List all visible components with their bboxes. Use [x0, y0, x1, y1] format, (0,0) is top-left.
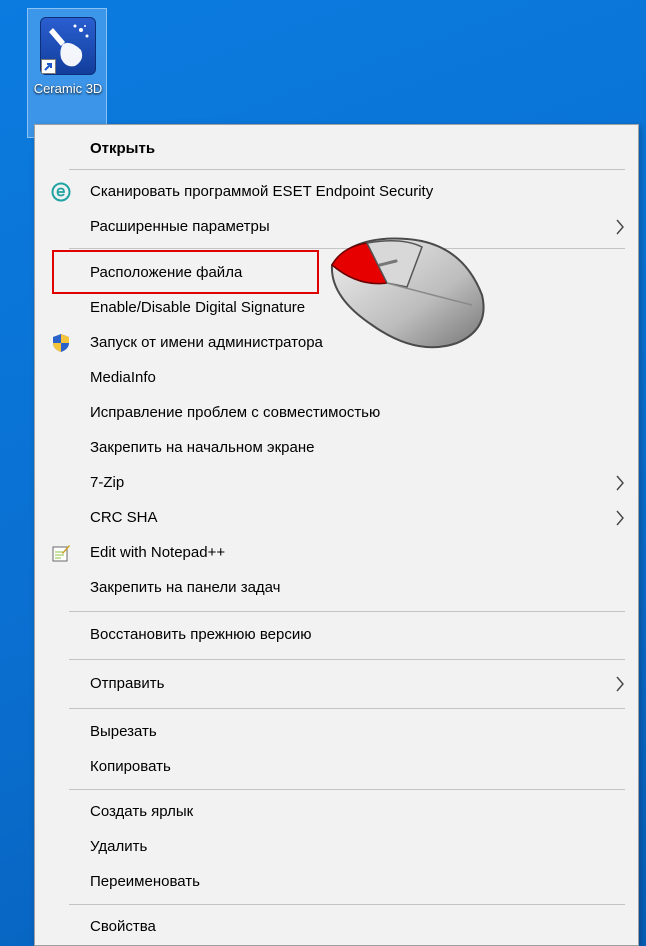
desktop-icon-ceramic-3d[interactable]: Ceramic 3D — [27, 8, 107, 138]
menu-item-label: Закрепить на панели задач — [90, 579, 281, 596]
menu-item-cut[interactable]: Вырезать — [35, 716, 638, 748]
menu-item-label: Создать ярлык — [90, 803, 194, 820]
menu-item-copy[interactable]: Копировать — [35, 751, 638, 783]
chevron-right-icon — [615, 217, 625, 237]
mouse-cursor-icon — [312, 225, 492, 355]
menu-item-properties[interactable]: Свойства — [35, 911, 638, 943]
menu-item-label: Enable/Disable Digital Signature — [90, 299, 306, 316]
menu-item-label: Свойства — [90, 918, 156, 935]
menu-item-label: Восстановить прежнюю версию — [90, 626, 312, 643]
menu-item-label: Удалить — [90, 838, 148, 855]
menu-separator — [69, 904, 625, 905]
menu-item-label: Открыть — [90, 140, 156, 157]
menu-item-label: Edit with Notepad++ — [90, 544, 226, 561]
menu-item-label: Запуск от имени администратора — [90, 334, 323, 351]
notepadpp-icon — [51, 543, 71, 563]
uac-shield-icon — [51, 333, 71, 353]
menu-item-label: Исправление проблем с совместимостью — [90, 404, 381, 421]
menu-item-compat[interactable]: Исправление проблем с совместимостью — [35, 397, 638, 429]
shortcut-arrow-icon — [41, 59, 56, 74]
menu-item-restore[interactable]: Восстановить прежнюю версию — [35, 619, 638, 651]
menu-item-label: MediaInfo — [90, 369, 156, 386]
menu-item-label: Копировать — [90, 758, 171, 775]
menu-item-pin-start[interactable]: Закрепить на начальном экране — [35, 432, 638, 464]
highlight-box — [52, 250, 319, 294]
chevron-right-icon — [615, 508, 625, 528]
menu-item-label: Отправить — [90, 675, 165, 692]
menu-separator — [69, 708, 625, 709]
menu-item-7zip[interactable]: 7-Zip — [35, 467, 638, 499]
menu-item-open[interactable]: Открыть — [35, 133, 638, 165]
menu-item-delete[interactable]: Удалить — [35, 831, 638, 863]
menu-item-mediainfo[interactable]: MediaInfo — [35, 362, 638, 394]
menu-item-label: Вырезать — [90, 723, 157, 740]
menu-item-create-shortcut[interactable]: Создать ярлык — [35, 796, 638, 828]
ceramic-3d-icon — [40, 17, 96, 75]
menu-item-eset-scan[interactable]: Сканировать программой ESET Endpoint Sec… — [35, 176, 638, 208]
menu-item-label: Переименовать — [90, 873, 200, 890]
menu-item-notepadpp[interactable]: Edit with Notepad++ — [35, 537, 638, 569]
menu-item-label: Расширенные параметры — [90, 218, 270, 235]
menu-item-rename[interactable]: Переименовать — [35, 866, 638, 898]
menu-separator — [69, 789, 625, 790]
menu-item-pin-taskbar[interactable]: Закрепить на панели задач — [35, 572, 638, 604]
menu-item-label: CRC SHA — [90, 509, 158, 526]
menu-item-send-to[interactable]: Отправить — [35, 668, 638, 700]
menu-item-label: 7-Zip — [90, 474, 125, 491]
chevron-right-icon — [615, 674, 625, 694]
desktop-icon-label: Ceramic 3D — [33, 81, 103, 96]
eset-icon — [51, 182, 71, 202]
menu-separator — [69, 611, 625, 612]
chevron-right-icon — [615, 473, 625, 493]
menu-item-crc-sha[interactable]: CRC SHA — [35, 502, 638, 534]
menu-separator — [69, 169, 625, 170]
menu-item-label: Закрепить на начальном экране — [90, 439, 315, 456]
menu-item-label: Сканировать программой ESET Endpoint Sec… — [90, 183, 434, 200]
menu-separator — [69, 659, 625, 660]
